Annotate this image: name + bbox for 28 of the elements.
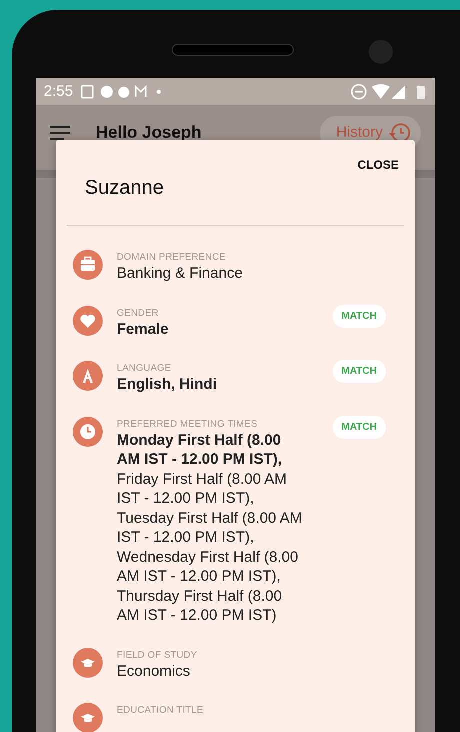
field-label: EDUCATION TITLE bbox=[117, 704, 205, 717]
briefcase-icon bbox=[73, 250, 103, 280]
field-value: Friday First Half (8.00 AM IST - 12.00 PM IST), bbox=[117, 470, 288, 508]
field-value: Banking & Finance bbox=[117, 264, 244, 284]
dialog-title: Suzanne bbox=[85, 177, 164, 200]
greeting-text: Hello Joseph bbox=[96, 122, 202, 142]
field-value: Economics bbox=[117, 662, 192, 681]
field-value: Female bbox=[117, 320, 170, 339]
field-label: FIELD OF STUDY bbox=[117, 648, 198, 662]
field-value: Wednesday First Half (8.00 AM IST - 12.00 PM IST), bbox=[117, 548, 300, 586]
graduation-cap-icon bbox=[73, 703, 103, 732]
graduation-cap-icon bbox=[73, 648, 103, 678]
field-value: English, Hindi bbox=[117, 375, 218, 394]
match-badge: MATCH bbox=[332, 360, 386, 383]
field-value: Thursday First Half (8.00 AM IST - 12.00 PM IST) bbox=[117, 586, 284, 626]
field-value: Monday First Half (8.00 AM IST - 12.00 PM IST), bbox=[117, 430, 284, 470]
field-label: DOMAIN PREFERENCE bbox=[117, 251, 227, 264]
clock-icon bbox=[73, 416, 103, 446]
close-button[interactable]: CLOSE bbox=[358, 158, 399, 172]
menu-icon[interactable] bbox=[50, 126, 70, 140]
letter-icon bbox=[73, 361, 103, 391]
status-time: 2:55 bbox=[44, 83, 74, 100]
field-label: LANGUAGE bbox=[117, 362, 172, 375]
field-label: GENDER bbox=[117, 306, 160, 320]
field-value: Tuesday First Half (8.00 AM IST - 12.00 PM IST), bbox=[117, 508, 304, 548]
field-label: PREFERRED MEETING TIMES bbox=[117, 418, 259, 430]
match-badge: MATCH bbox=[332, 304, 386, 328]
match-badge: MATCH bbox=[332, 416, 386, 438]
